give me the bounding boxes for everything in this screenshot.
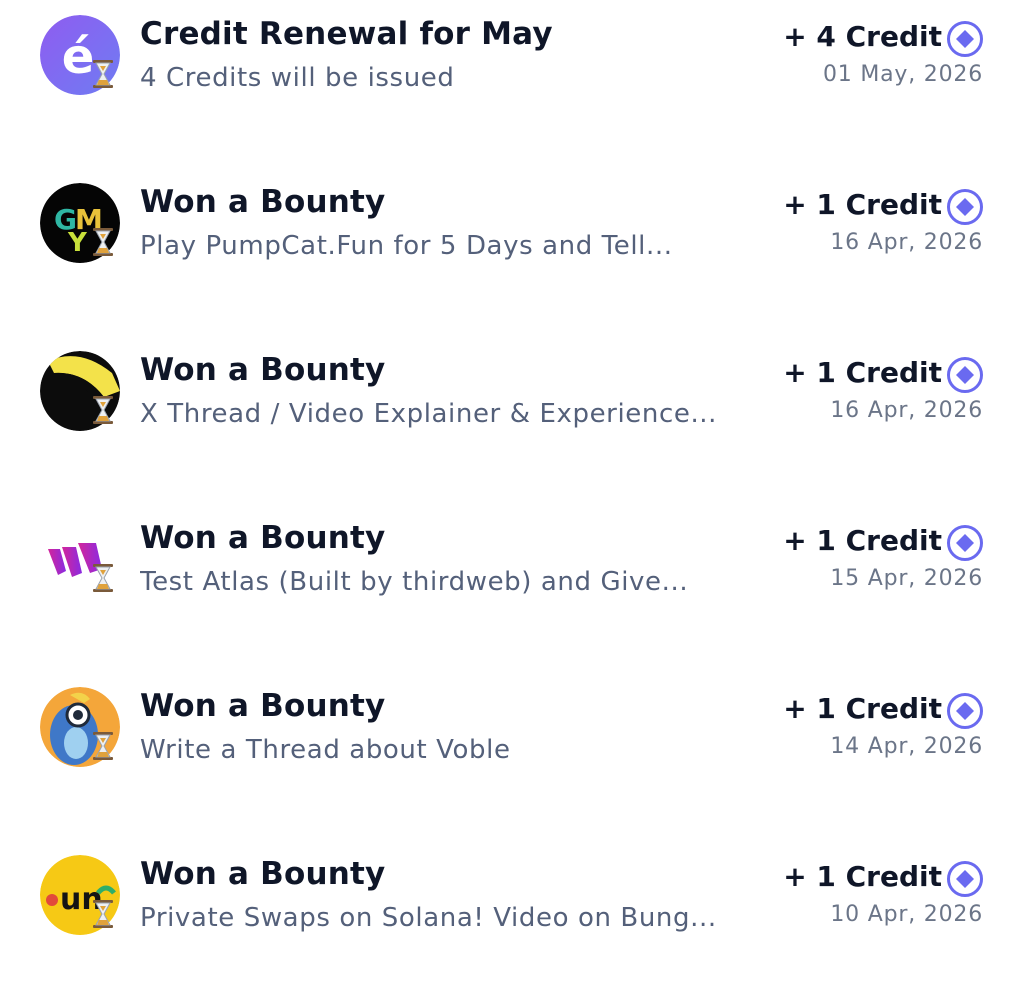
list-item[interactable]: Won a Bounty Test Atlas (Built by thirdw… xyxy=(0,506,1024,626)
transaction-date: 16 Apr, 2026 xyxy=(830,398,983,423)
credit-diamond-icon xyxy=(946,20,984,58)
credit-diamond-icon xyxy=(946,524,984,562)
credit-amount: + 1 Credit xyxy=(783,356,942,389)
hourglass-icon xyxy=(88,897,118,931)
credit-diamond-icon xyxy=(946,356,984,394)
svg-text:Y: Y xyxy=(67,228,88,258)
list-item[interactable]: Won a Bounty Write a Thread about Voble … xyxy=(0,674,1024,794)
hourglass-icon xyxy=(88,393,118,427)
transaction-subtitle: Test Atlas (Built by thirdweb) and Give.… xyxy=(140,567,689,597)
transaction-title: Credit Renewal for May xyxy=(140,16,553,52)
transaction-title: Won a Bounty xyxy=(140,352,386,388)
transaction-date: 01 May, 2026 xyxy=(822,62,983,87)
transaction-subtitle: 4 Credits will be issued xyxy=(140,63,455,93)
transaction-date: 14 Apr, 2026 xyxy=(830,734,983,759)
list-item[interactable]: un Won a Bounty Private Swaps on Solana!… xyxy=(0,842,1024,962)
hourglass-icon xyxy=(88,729,118,763)
credit-amount: + 1 Credit xyxy=(783,692,942,725)
credit-diamond-icon xyxy=(946,692,984,730)
transaction-date: 10 Apr, 2026 xyxy=(830,902,983,927)
hourglass-icon xyxy=(88,561,118,595)
credit-diamond-icon xyxy=(946,860,984,898)
transaction-date: 16 Apr, 2026 xyxy=(830,230,983,255)
credit-amount: + 1 Credit xyxy=(783,860,942,893)
transaction-subtitle: Private Swaps on Solana! Video on Bung..… xyxy=(140,903,717,933)
transaction-subtitle: X Thread / Video Explainer & Experience.… xyxy=(140,399,718,429)
transaction-subtitle: Write a Thread about Voble xyxy=(140,735,511,765)
transaction-title: Won a Bounty xyxy=(140,184,386,220)
hourglass-icon xyxy=(88,225,118,259)
transaction-title: Won a Bounty xyxy=(140,856,386,892)
transaction-subtitle: Play PumpCat.Fun for 5 Days and Tell... xyxy=(140,231,673,261)
list-item[interactable]: G M Y Won a Bounty Play PumpCat.Fun for … xyxy=(0,170,1024,290)
credit-amount: + 1 Credit xyxy=(783,524,942,557)
hourglass-icon xyxy=(88,57,118,91)
transaction-title: Won a Bounty xyxy=(140,520,386,556)
credit-history-list: é Credit Renewal for May 4 Credits will … xyxy=(0,0,1024,994)
list-item[interactable]: Won a Bounty X Thread / Video Explainer … xyxy=(0,338,1024,458)
credit-amount: + 4 Credit xyxy=(783,20,942,53)
credit-diamond-icon xyxy=(946,188,984,226)
transaction-title: Won a Bounty xyxy=(140,688,386,724)
transaction-date: 15 Apr, 2026 xyxy=(830,566,983,591)
list-item[interactable]: é Credit Renewal for May 4 Credits will … xyxy=(0,2,1024,122)
credit-amount: + 1 Credit xyxy=(783,188,942,221)
